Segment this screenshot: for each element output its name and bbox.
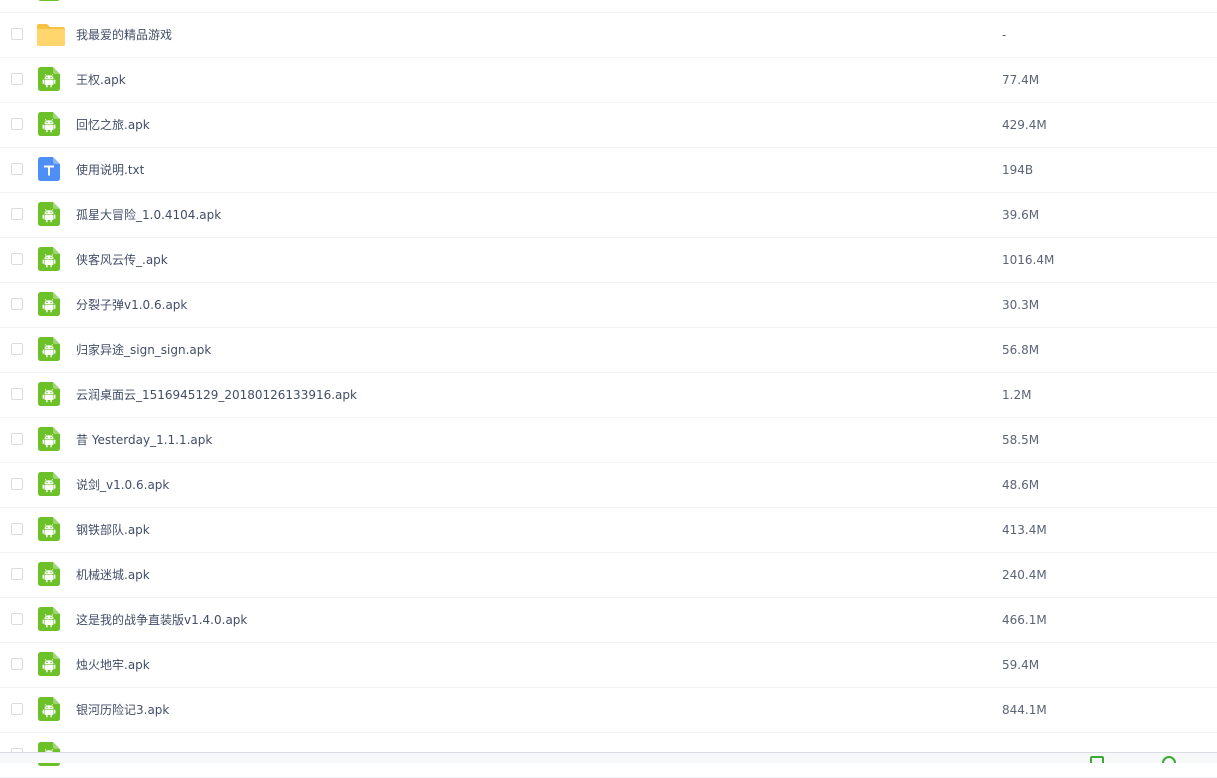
file-size: 30.3M bbox=[1002, 298, 1040, 312]
file-name[interactable]: 银河历险记3.apk bbox=[76, 688, 169, 732]
file-row[interactable]: 使用说明.txt 194B bbox=[0, 148, 1217, 193]
row-checkbox[interactable] bbox=[11, 658, 23, 670]
android-icon bbox=[38, 292, 60, 316]
file-name[interactable]: 昔 Yesterday_1.1.1.apk bbox=[76, 418, 212, 462]
row-checkbox[interactable] bbox=[11, 613, 23, 625]
file-size: 39.6M bbox=[1002, 208, 1040, 222]
row-checkbox[interactable] bbox=[11, 568, 23, 580]
android-icon bbox=[38, 652, 60, 676]
text-file-icon bbox=[38, 157, 60, 181]
file-row[interactable]: 钢铁部队.apk 413.4M bbox=[0, 508, 1217, 553]
android-icon bbox=[38, 202, 60, 226]
android-icon bbox=[38, 697, 60, 721]
file-name[interactable]: 这是我的战争直装版v1.4.0.apk bbox=[76, 598, 247, 642]
file-size: 48.6M bbox=[1002, 478, 1040, 492]
file-row[interactable]: 说剑_v1.0.6.apk 48.6M bbox=[0, 463, 1217, 508]
file-list: 我最爱的精品游戏 - 王权.apk 77.4M 回忆之旅.apk 429.4M 使用说明.t… bbox=[0, 0, 1217, 778]
android-icon bbox=[38, 382, 60, 406]
row-checkbox[interactable] bbox=[11, 163, 23, 175]
file-name[interactable]: 回忆之旅.apk bbox=[76, 103, 150, 147]
bottom-status-bar bbox=[0, 752, 1217, 763]
row-checkbox[interactable] bbox=[11, 253, 23, 265]
file-size: 466.1M bbox=[1002, 613, 1047, 627]
row-checkbox[interactable] bbox=[11, 343, 23, 355]
file-size: 429.4M bbox=[1002, 118, 1047, 132]
file-name[interactable]: 钢铁部队.apk bbox=[76, 508, 150, 552]
file-row[interactable]: 银河历险记3.apk 844.1M bbox=[0, 688, 1217, 733]
file-row[interactable]: 王权.apk 77.4M bbox=[0, 58, 1217, 103]
file-row[interactable]: 孤星大冒险_1.0.4104.apk 39.6M bbox=[0, 193, 1217, 238]
android-icon bbox=[38, 427, 60, 451]
file-size: 58.5M bbox=[1002, 433, 1040, 447]
file-row[interactable]: 云润桌面云_1516945129_20180126133916.apk 1.2M bbox=[0, 373, 1217, 418]
file-name[interactable]: 说剑_v1.0.6.apk bbox=[76, 463, 169, 507]
file-row[interactable]: 回忆之旅.apk 429.4M bbox=[0, 103, 1217, 148]
file-name[interactable]: 王权.apk bbox=[76, 58, 126, 102]
file-name[interactable]: 我最爱的精品游戏 bbox=[76, 13, 172, 57]
file-name[interactable]: 分裂子弹v1.0.6.apk bbox=[76, 283, 187, 327]
circle-icon bbox=[1162, 756, 1176, 763]
android-icon bbox=[38, 67, 60, 91]
file-row[interactable]: 归家异途_sign_sign.apk 56.8M bbox=[0, 328, 1217, 373]
file-size: 844.1M bbox=[1002, 703, 1047, 717]
folder-icon bbox=[37, 24, 65, 46]
android-icon bbox=[38, 562, 60, 586]
file-row[interactable]: 分裂子弹v1.0.6.apk 30.3M bbox=[0, 283, 1217, 328]
file-name[interactable]: 烛火地牢.apk bbox=[76, 643, 150, 687]
android-icon bbox=[38, 607, 60, 631]
file-name[interactable]: 云润桌面云_1516945129_20180126133916.apk bbox=[76, 373, 357, 417]
file-size: 59.4M bbox=[1002, 658, 1040, 672]
file-size: 56.8M bbox=[1002, 343, 1040, 357]
file-name[interactable]: 孤星大冒险_1.0.4104.apk bbox=[76, 193, 221, 237]
file-size: - bbox=[1002, 28, 1007, 42]
android-icon bbox=[38, 112, 60, 136]
file-size: 1.2M bbox=[1002, 388, 1032, 402]
file-size: 240.4M bbox=[1002, 568, 1047, 582]
file-name[interactable]: 机械迷城.apk bbox=[76, 553, 150, 597]
file-row[interactable]: 机械迷城.apk 240.4M bbox=[0, 553, 1217, 598]
row-checkbox[interactable] bbox=[11, 73, 23, 85]
row-checkbox[interactable] bbox=[11, 523, 23, 535]
play-icon bbox=[1090, 756, 1104, 763]
android-icon bbox=[38, 472, 60, 496]
file-name[interactable]: 侠客风云传_.apk bbox=[76, 238, 168, 282]
file-row[interactable]: 烛火地牢.apk 59.4M bbox=[0, 643, 1217, 688]
row-checkbox[interactable] bbox=[11, 298, 23, 310]
file-row[interactable]: 侠客风云传_.apk 1016.4M bbox=[0, 238, 1217, 283]
android-icon bbox=[38, 337, 60, 361]
file-name[interactable]: 使用说明.txt bbox=[76, 148, 144, 192]
file-row[interactable]: 我最爱的精品游戏 - bbox=[0, 13, 1217, 58]
file-name[interactable]: 归家异途_sign_sign.apk bbox=[76, 328, 211, 372]
row-checkbox[interactable] bbox=[11, 703, 23, 715]
android-icon bbox=[38, 0, 60, 1]
file-size: 413.4M bbox=[1002, 523, 1047, 537]
row-checkbox[interactable] bbox=[11, 118, 23, 130]
file-row[interactable] bbox=[0, 0, 1217, 13]
file-row[interactable]: 昔 Yesterday_1.1.1.apk 58.5M bbox=[0, 418, 1217, 463]
file-size: 77.4M bbox=[1002, 73, 1040, 87]
bottom-bar-item-1[interactable] bbox=[1090, 756, 1110, 763]
row-checkbox[interactable] bbox=[11, 433, 23, 445]
row-checkbox[interactable] bbox=[11, 478, 23, 490]
row-checkbox[interactable] bbox=[11, 388, 23, 400]
bottom-bar-item-2[interactable] bbox=[1162, 756, 1182, 763]
file-size: 194B bbox=[1002, 163, 1034, 177]
file-row[interactable]: 这是我的战争直装版v1.4.0.apk 466.1M bbox=[0, 598, 1217, 643]
row-checkbox[interactable] bbox=[11, 208, 23, 220]
file-size: 1016.4M bbox=[1002, 253, 1055, 267]
row-checkbox[interactable] bbox=[11, 28, 23, 40]
android-icon bbox=[38, 247, 60, 271]
android-icon bbox=[38, 517, 60, 541]
